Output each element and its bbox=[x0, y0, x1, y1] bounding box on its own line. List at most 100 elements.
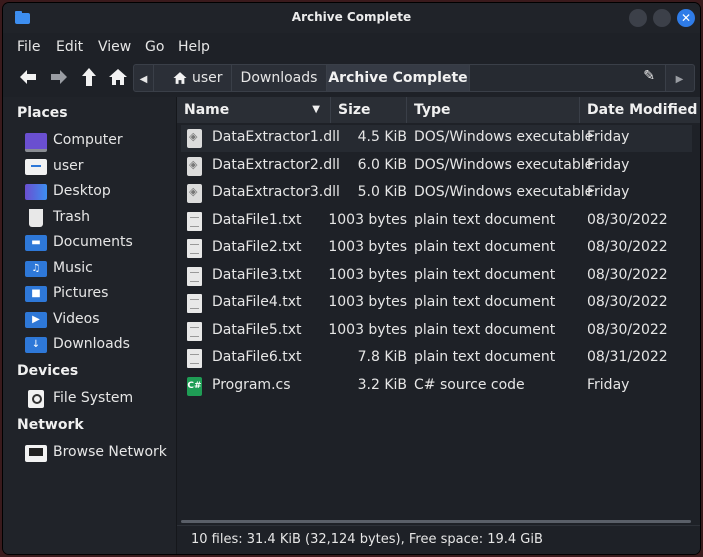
file-date: 08/31/2022 bbox=[587, 349, 668, 365]
text-file-icon bbox=[187, 266, 202, 286]
close-icon: ✕ bbox=[680, 11, 692, 25]
home-folder-icon bbox=[25, 159, 47, 175]
sidebar-item-user[interactable]: user bbox=[25, 156, 175, 178]
maximize-button[interactable] bbox=[653, 9, 671, 27]
file-type: DOS/Windows executable bbox=[414, 129, 594, 145]
file-name: Program.cs bbox=[212, 376, 291, 393]
sidebar-label: Videos bbox=[53, 311, 100, 327]
title-bar[interactable]: Archive Complete ✕ bbox=[3, 3, 700, 33]
column-header-date[interactable]: Date Modified bbox=[580, 97, 700, 123]
chevron-left-icon: ◀ bbox=[139, 74, 148, 85]
back-button[interactable] bbox=[17, 66, 41, 90]
crumb-archive-complete[interactable]: Archive Complete bbox=[327, 65, 470, 91]
file-row[interactable]: DataFile2.txt 1003 bytes plain text docume… bbox=[181, 235, 692, 262]
crumb-downloads[interactable]: Downloads bbox=[232, 65, 327, 91]
text-file-icon bbox=[187, 239, 202, 258]
crumb-user-label: user bbox=[192, 70, 223, 86]
file-row[interactable]: DataFile3.txt 1003 bytes plain text docume… bbox=[181, 263, 692, 290]
sidebar-label: Desktop bbox=[53, 183, 111, 199]
network-heading: Network bbox=[17, 417, 84, 433]
sidebar-item-music[interactable]: ♫ Music bbox=[25, 258, 175, 280]
csharp-file-icon: C# bbox=[187, 376, 202, 396]
sidebar-item-computer[interactable]: Computer bbox=[25, 130, 175, 152]
column-header-size[interactable]: Size bbox=[331, 97, 407, 123]
menu-view[interactable]: View bbox=[98, 39, 131, 55]
text-file-icon bbox=[187, 349, 202, 368]
up-arrow-icon bbox=[82, 68, 96, 86]
sidebar-item-desktop[interactable]: Desktop bbox=[25, 181, 175, 203]
file-size: 1003 bytes bbox=[328, 266, 407, 283]
toolbar: ◀ user Downloads Archive Complete ✎ ▶ bbox=[3, 62, 700, 94]
dll-file-icon bbox=[187, 184, 202, 203]
sidebar-item-videos[interactable]: ▶ Videos bbox=[25, 309, 175, 331]
path-scroll-right-button[interactable]: ▶ bbox=[665, 65, 694, 91]
music-folder-icon: ♫ bbox=[25, 261, 47, 277]
file-type: DOS/Windows executable bbox=[414, 156, 594, 173]
dll-file-icon bbox=[187, 156, 202, 176]
file-type: DOS/Windows executable bbox=[414, 184, 594, 200]
file-date: 08/30/2022 bbox=[587, 321, 668, 338]
menu-file[interactable]: File bbox=[17, 39, 40, 55]
sort-descending-icon: ▼ bbox=[312, 104, 320, 115]
sidebar-item-downloads[interactable]: ↓ Downloads bbox=[25, 334, 175, 356]
sidebar-label: Computer bbox=[53, 132, 123, 148]
file-type: plain text document bbox=[414, 321, 556, 338]
sidebar-label: Downloads bbox=[53, 336, 130, 352]
file-date: Friday bbox=[587, 184, 630, 200]
file-size: 7.8 KiB bbox=[357, 349, 407, 365]
column-header-name[interactable]: Name ▼ bbox=[177, 97, 331, 123]
minimize-button[interactable] bbox=[629, 9, 647, 27]
network-icon bbox=[25, 445, 47, 462]
file-row[interactable]: DataExtractor1.dll 4.5 KiB DOS/Windows exe… bbox=[181, 125, 692, 152]
sidebar-item-documents[interactable]: ▬ Documents bbox=[25, 232, 175, 254]
file-type: plain text document bbox=[414, 294, 556, 310]
horizontal-scrollbar[interactable] bbox=[181, 520, 691, 523]
file-size: 1003 bytes bbox=[328, 239, 407, 255]
up-button[interactable] bbox=[78, 66, 102, 90]
file-type: plain text document bbox=[414, 266, 556, 283]
path-entry-area[interactable]: ✎ bbox=[470, 65, 666, 91]
menu-bar: File Edit View Go Help bbox=[3, 34, 700, 60]
file-name: DataExtractor3.dll bbox=[212, 184, 340, 200]
file-date: 08/30/2022 bbox=[587, 294, 668, 310]
file-type: plain text document bbox=[414, 239, 556, 255]
pencil-icon[interactable]: ✎ bbox=[643, 68, 655, 84]
file-row[interactable]: DataFile4.txt 1003 bytes plain text docume… bbox=[181, 290, 692, 317]
home-icon bbox=[109, 69, 127, 85]
menu-edit[interactable]: Edit bbox=[56, 39, 83, 55]
file-row[interactable]: DataExtractor3.dll 5.0 KiB DOS/Windows exe… bbox=[181, 180, 692, 207]
file-row[interactable]: DataFile5.txt 1003 bytes plain text docume… bbox=[181, 318, 692, 345]
crumb-user[interactable]: user bbox=[154, 65, 232, 91]
file-size: 5.0 KiB bbox=[357, 184, 407, 200]
sidebar-label: File System bbox=[53, 390, 134, 406]
sidebar-label: Music bbox=[53, 260, 93, 276]
file-date: Friday bbox=[587, 376, 630, 393]
devices-heading: Devices bbox=[17, 363, 79, 379]
path-scroll-left-button[interactable]: ◀ bbox=[134, 65, 154, 91]
text-file-icon bbox=[187, 294, 202, 313]
sidebar-item-file-system[interactable]: File System bbox=[25, 388, 175, 410]
file-row[interactable]: DataExtractor2.dll 6.0 KiB DOS/Windows exe… bbox=[181, 153, 692, 180]
forward-button[interactable] bbox=[48, 66, 72, 90]
file-row[interactable]: DataFile1.txt 1003 bytes plain text docume… bbox=[181, 208, 692, 235]
file-date: Friday bbox=[587, 156, 630, 173]
sidebar-item-pictures[interactable]: ■ Pictures bbox=[25, 283, 175, 305]
home-button[interactable] bbox=[107, 66, 131, 90]
dll-file-icon bbox=[187, 129, 202, 148]
file-type: plain text document bbox=[414, 211, 556, 228]
forward-arrow-icon bbox=[51, 70, 67, 84]
desktop-icon bbox=[25, 184, 47, 200]
menu-help[interactable]: Help bbox=[178, 39, 210, 55]
sidebar-item-trash[interactable]: Trash bbox=[25, 207, 175, 229]
menu-go[interactable]: Go bbox=[145, 39, 164, 55]
videos-folder-icon: ▶ bbox=[25, 312, 47, 328]
text-file-icon bbox=[187, 321, 202, 341]
sidebar-item-browse-network[interactable]: Browse Network bbox=[25, 442, 175, 464]
file-row[interactable]: DataFile6.txt 7.8 KiB plain text document 0… bbox=[181, 345, 692, 372]
file-row[interactable]: C# Program.cs 3.2 KiB C# source code Friday bbox=[181, 373, 692, 400]
file-name: DataExtractor2.dll bbox=[212, 156, 340, 173]
close-button[interactable]: ✕ bbox=[677, 9, 695, 27]
file-date: 08/30/2022 bbox=[587, 211, 668, 228]
sidebar-label: Pictures bbox=[53, 285, 109, 301]
column-header-type[interactable]: Type bbox=[407, 97, 580, 123]
